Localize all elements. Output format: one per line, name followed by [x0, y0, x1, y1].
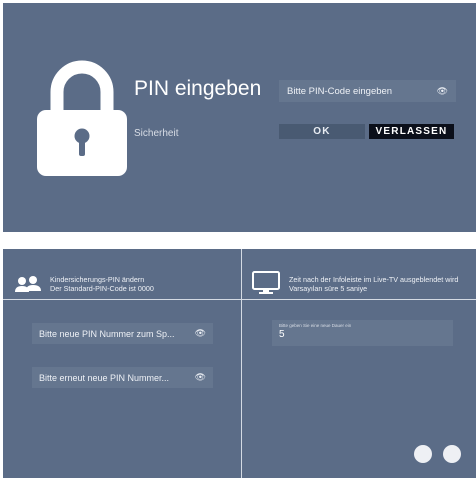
pin-input-placeholder: Bitte PIN-Code eingeben	[287, 85, 393, 97]
settings-panel: Kindersicherungs-PIN ändern Der Standard…	[3, 249, 476, 478]
ok-button[interactable]: OK	[279, 124, 365, 139]
infobar-timeout-description: Varsayılan süre 5 saniye	[289, 284, 368, 293]
infobar-timeout-title: Zeit nach der Infoleiste im Live-TV ausg…	[289, 275, 459, 284]
horizontal-divider	[3, 299, 476, 300]
exit-button[interactable]: VERLASSEN	[369, 124, 454, 139]
people-icon	[15, 276, 41, 292]
eye-icon[interactable]: 👁	[195, 328, 206, 339]
page-subtitle: Sicherheit	[134, 128, 179, 139]
page-title: PIN eingeben	[134, 77, 262, 100]
scroll-dot-1	[414, 445, 432, 463]
pin-input[interactable]: Bitte PIN-Code eingeben 👁	[279, 80, 456, 102]
confirm-pin-input[interactable]: Bitte erneut neue PIN Nummer... 👁	[32, 367, 213, 388]
timeout-input[interactable]: Bitte geben Sie eine neue Dauer ein 5	[272, 320, 453, 346]
vertical-divider	[241, 249, 242, 478]
parental-pin-title: Kindersicherungs-PIN ändern	[50, 275, 145, 284]
eye-icon[interactable]: 👁	[195, 372, 206, 383]
confirm-pin-placeholder: Bitte erneut neue PIN Nummer...	[39, 372, 170, 383]
new-pin-placeholder: Bitte neue PIN Nummer zum Sp...	[39, 328, 175, 339]
scroll-dot-2	[443, 445, 461, 463]
new-pin-input[interactable]: Bitte neue PIN Nummer zum Sp... 👁	[32, 323, 213, 344]
lock-icon	[37, 60, 127, 176]
eye-icon[interactable]: 👁	[437, 86, 448, 97]
tv-icon	[252, 271, 280, 294]
timeout-input-value: 5	[279, 329, 285, 340]
pin-dialog: PIN eingeben Sicherheit Bitte PIN-Code e…	[3, 3, 476, 232]
parental-pin-description: Der Standard-PIN-Code ist 0000	[50, 284, 154, 293]
